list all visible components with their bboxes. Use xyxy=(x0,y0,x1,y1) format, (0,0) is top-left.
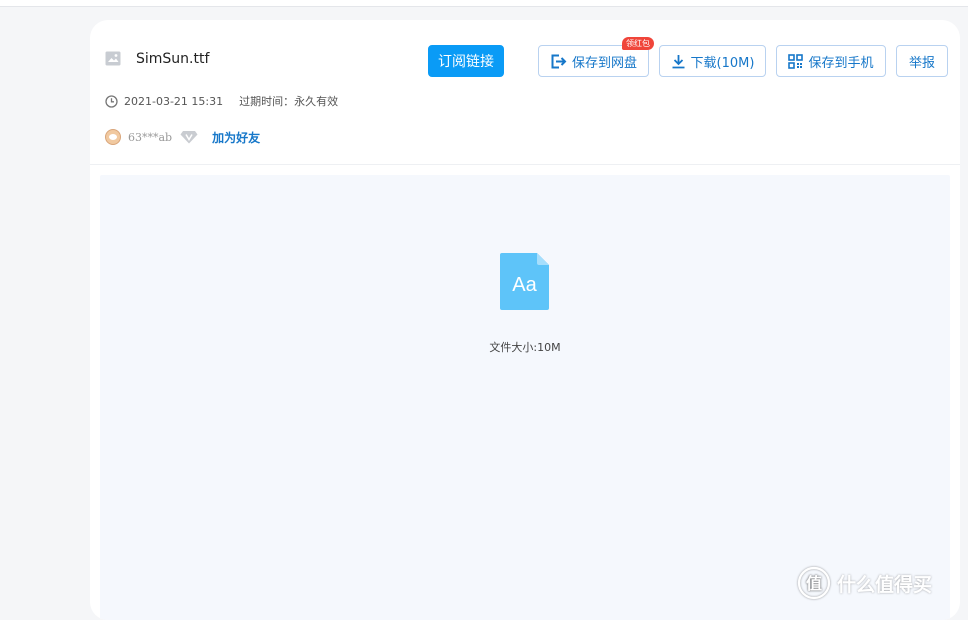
save-to-phone-button[interactable]: 保存到手机 xyxy=(776,45,886,77)
save-to-cloud-label: 保存到网盘 xyxy=(571,55,637,71)
svg-text:值: 值 xyxy=(806,574,822,593)
share-card: SimSun.ttf 订阅链接 保存到网盘 领红包 下载(10M) 保存到手机 … xyxy=(90,20,960,620)
file-size: 文件大小:10M xyxy=(489,341,561,354)
image-file-icon xyxy=(105,51,121,66)
clock-icon xyxy=(105,94,118,108)
expiry-time: 过期时间：永久有效 xyxy=(239,95,339,108)
subscribe-button-label: 订阅链接 xyxy=(438,54,494,70)
divider xyxy=(90,164,960,165)
save-to-phone-label: 保存到手机 xyxy=(808,55,874,71)
download-button[interactable]: 下载(10M) xyxy=(659,45,766,77)
download-label: 下载(10M) xyxy=(690,55,755,71)
watermark-logo-icon: 值 xyxy=(797,566,831,600)
report-label: 举报 xyxy=(908,55,935,71)
font-file-icon: Aa xyxy=(500,253,549,310)
qr-code-icon xyxy=(788,53,804,69)
report-button[interactable]: 举报 xyxy=(896,45,948,77)
download-icon xyxy=(672,54,685,68)
file-meta: 2021-03-21 15:31 过期时间：永久有效 xyxy=(105,93,338,109)
sharer-info: 63***ab 加为好友 xyxy=(105,128,260,146)
font-file-icon-text: Aa xyxy=(512,274,537,296)
file-name: SimSun.ttf xyxy=(136,51,210,67)
red-packet-badge: 领红包 xyxy=(622,37,654,50)
watermark-text: 什么值得买 xyxy=(837,573,933,596)
top-bar xyxy=(0,0,968,7)
vip-diamond-icon xyxy=(180,131,198,144)
add-friend-link[interactable]: 加为好友 xyxy=(212,129,260,146)
username: 63***ab xyxy=(128,130,173,144)
save-to-cloud-icon xyxy=(551,54,567,68)
upload-date: 2021-03-21 15:31 xyxy=(124,94,224,108)
avatar[interactable] xyxy=(105,129,121,145)
file-preview: Aa 文件大小:10M xyxy=(100,175,950,620)
site-watermark: 值 什么值得买 xyxy=(797,566,932,600)
subscribe-button[interactable]: 订阅链接 xyxy=(428,45,504,77)
